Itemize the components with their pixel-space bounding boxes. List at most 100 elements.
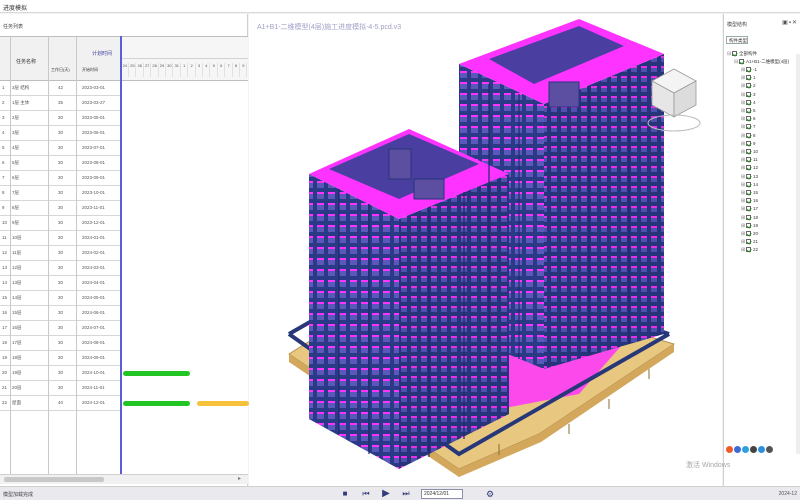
model-viewport[interactable]: A1+B1-二维模型(4层)施工进度模拟-4-5.pcd.v3 <box>249 14 722 486</box>
table-row[interactable]: 10 9层 30 2023-12-01 <box>0 216 120 231</box>
checkbox[interactable] <box>746 231 751 236</box>
table-row[interactable]: 2 1层 主体 35 2023-03-27 <box>0 96 120 111</box>
table-row[interactable]: 17 16层 30 2024-07-01 <box>0 321 120 336</box>
table-row[interactable]: 3 2层 30 2023-05-01 <box>0 111 120 126</box>
table-row[interactable]: 20 19层 30 2024-10-01 <box>0 366 120 381</box>
tree-item[interactable]: ⊞ 19 <box>741 222 758 230</box>
checkbox[interactable] <box>746 173 751 179</box>
component-type-select[interactable]: 构件类型 <box>726 36 748 44</box>
tree-item[interactable]: ⊞ 12 <box>741 164 758 172</box>
header-plan-time[interactable]: 计划时间 <box>92 50 112 57</box>
checkbox[interactable] <box>746 247 751 253</box>
tree-item[interactable]: ⊞ 13 <box>741 173 758 181</box>
tree-item[interactable]: ⊞ 21 <box>741 238 758 246</box>
volume-icon[interactable] <box>742 446 749 453</box>
view-cube[interactable] <box>644 59 704 139</box>
tree-item[interactable]: ⊞ 5 <box>741 107 756 115</box>
header-duration[interactable]: 工作日(天) <box>51 67 70 73</box>
tree-item[interactable]: ⊞ 18 <box>741 214 758 222</box>
skip-forward-icon[interactable]: ⏭ <box>400 489 412 499</box>
checkbox[interactable] <box>746 91 751 97</box>
gantt-bar[interactable] <box>197 401 249 406</box>
tree-item[interactable]: ⊟ 全部构件 <box>727 50 757 58</box>
checkbox[interactable] <box>746 75 751 81</box>
checkbox[interactable] <box>732 51 737 56</box>
checkbox[interactable] <box>746 222 751 228</box>
tree-item[interactable]: ⊞ 22 <box>741 246 758 254</box>
checkbox[interactable] <box>746 99 751 105</box>
tree-item[interactable]: ⊞ 10 <box>741 148 758 156</box>
table-row[interactable]: 16 15层 30 2024-06-01 <box>0 306 120 321</box>
checkbox[interactable] <box>746 157 751 163</box>
tree-item[interactable]: ⊞ 14 <box>741 181 758 189</box>
table-row[interactable]: 6 5层 30 2023-08-01 <box>0 156 120 171</box>
checkbox[interactable] <box>746 181 751 187</box>
table-row[interactable]: 7 6层 30 2023-09-01 <box>0 171 120 186</box>
tree-item[interactable]: ⊞ 7 <box>741 123 756 131</box>
settings-icon[interactable] <box>750 446 757 453</box>
scroll-thumb[interactable] <box>4 477 104 482</box>
table-row[interactable]: 21 20层 30 2024-11-01 <box>0 381 120 396</box>
tree-item[interactable]: ⊞ 6 <box>741 115 756 123</box>
checkbox[interactable] <box>746 190 751 195</box>
checkbox[interactable] <box>746 149 751 154</box>
checkbox[interactable] <box>746 214 751 220</box>
input-method-icon[interactable] <box>726 446 733 453</box>
stop-icon[interactable]: ■ <box>340 489 350 499</box>
checkbox[interactable] <box>746 140 751 146</box>
table-row[interactable]: 8 7层 30 2023-10-01 <box>0 186 120 201</box>
skip-back-icon[interactable]: ⏮ <box>360 489 372 499</box>
table-row[interactable]: 5 4层 30 2023-07-01 <box>0 141 120 156</box>
table-row[interactable]: 19 18层 30 2024-09-01 <box>0 351 120 366</box>
keyboard-icon[interactable] <box>766 446 773 453</box>
tree-item[interactable]: ⊟ A1+B1-二维模型(4层) <box>734 58 789 66</box>
tree-item[interactable]: ⊞ 20 <box>741 230 758 238</box>
tree-item[interactable]: ⊞ 1 <box>741 74 756 82</box>
gantt-bar[interactable] <box>123 401 190 406</box>
checkbox[interactable] <box>746 108 751 113</box>
table-row[interactable]: 1 3层 结构 42 2023-03-01 <box>0 81 120 96</box>
simulation-date-picker[interactable]: 2024/12/01 <box>421 489 463 499</box>
network-icon[interactable] <box>734 446 741 453</box>
table-row[interactable]: 18 17层 30 2024-08-01 <box>0 336 120 351</box>
table-row[interactable]: 14 13层 30 2024-04-01 <box>0 276 120 291</box>
table-row[interactable]: 13 12层 30 2024-03-01 <box>0 261 120 276</box>
table-row[interactable]: 9 8层 30 2023-11-01 <box>0 201 120 216</box>
checkbox[interactable] <box>739 59 744 64</box>
close-icon[interactable]: ✕ <box>792 20 798 26</box>
checkbox[interactable] <box>746 206 751 212</box>
checkbox[interactable] <box>746 132 751 138</box>
checkbox[interactable] <box>746 83 751 89</box>
tree-item[interactable]: ⊞ 9 <box>741 140 756 148</box>
table-row[interactable]: 4 3层 30 2023-06-01 <box>0 126 120 141</box>
tree-item[interactable]: ⊞ 16 <box>741 197 758 205</box>
checkbox[interactable] <box>746 116 751 122</box>
cloud-icon[interactable] <box>758 446 765 453</box>
settings-gear-icon[interactable]: ⚙ <box>484 489 496 499</box>
table-row[interactable]: 11 10层 30 2024-01-01 <box>0 231 120 246</box>
horizontal-scrollbar[interactable]: ▸ <box>0 474 248 484</box>
gantt-bar[interactable] <box>123 371 190 376</box>
checkbox[interactable] <box>746 198 751 204</box>
tree-item[interactable]: ⊞ 3 <box>741 91 756 99</box>
tree-item[interactable]: ⊞ 2 <box>741 82 756 90</box>
tree-item[interactable]: ⊞ 8 <box>741 132 756 140</box>
scroll-right-arrow-icon[interactable]: ▸ <box>238 475 241 482</box>
tree-item[interactable]: ⊞ -1 <box>741 66 757 74</box>
tree-item[interactable]: ⊞ 4 <box>741 99 756 107</box>
tree-item[interactable]: ⊞ 11 <box>741 156 758 164</box>
header-start-date[interactable]: 开始时间 <box>82 67 98 73</box>
restore-icon[interactable]: ▣ <box>782 20 789 26</box>
table-row[interactable]: 22 屋面 40 2024-12-01 <box>0 396 120 411</box>
checkbox[interactable] <box>746 165 751 171</box>
tree-scrollbar[interactable] <box>796 54 800 454</box>
checkbox[interactable] <box>746 239 751 245</box>
table-row[interactable]: 12 11层 30 2024-02-01 <box>0 246 120 261</box>
tree-item[interactable]: ⊞ 15 <box>741 189 758 197</box>
table-row[interactable]: 15 14层 30 2024-05-01 <box>0 291 120 306</box>
play-icon[interactable]: ▶ <box>380 489 392 499</box>
tree-item[interactable]: ⊞ 17 <box>741 205 758 213</box>
checkbox[interactable] <box>746 67 751 72</box>
checkbox[interactable] <box>746 124 751 130</box>
header-task-name[interactable]: 任务名称 <box>16 58 36 65</box>
